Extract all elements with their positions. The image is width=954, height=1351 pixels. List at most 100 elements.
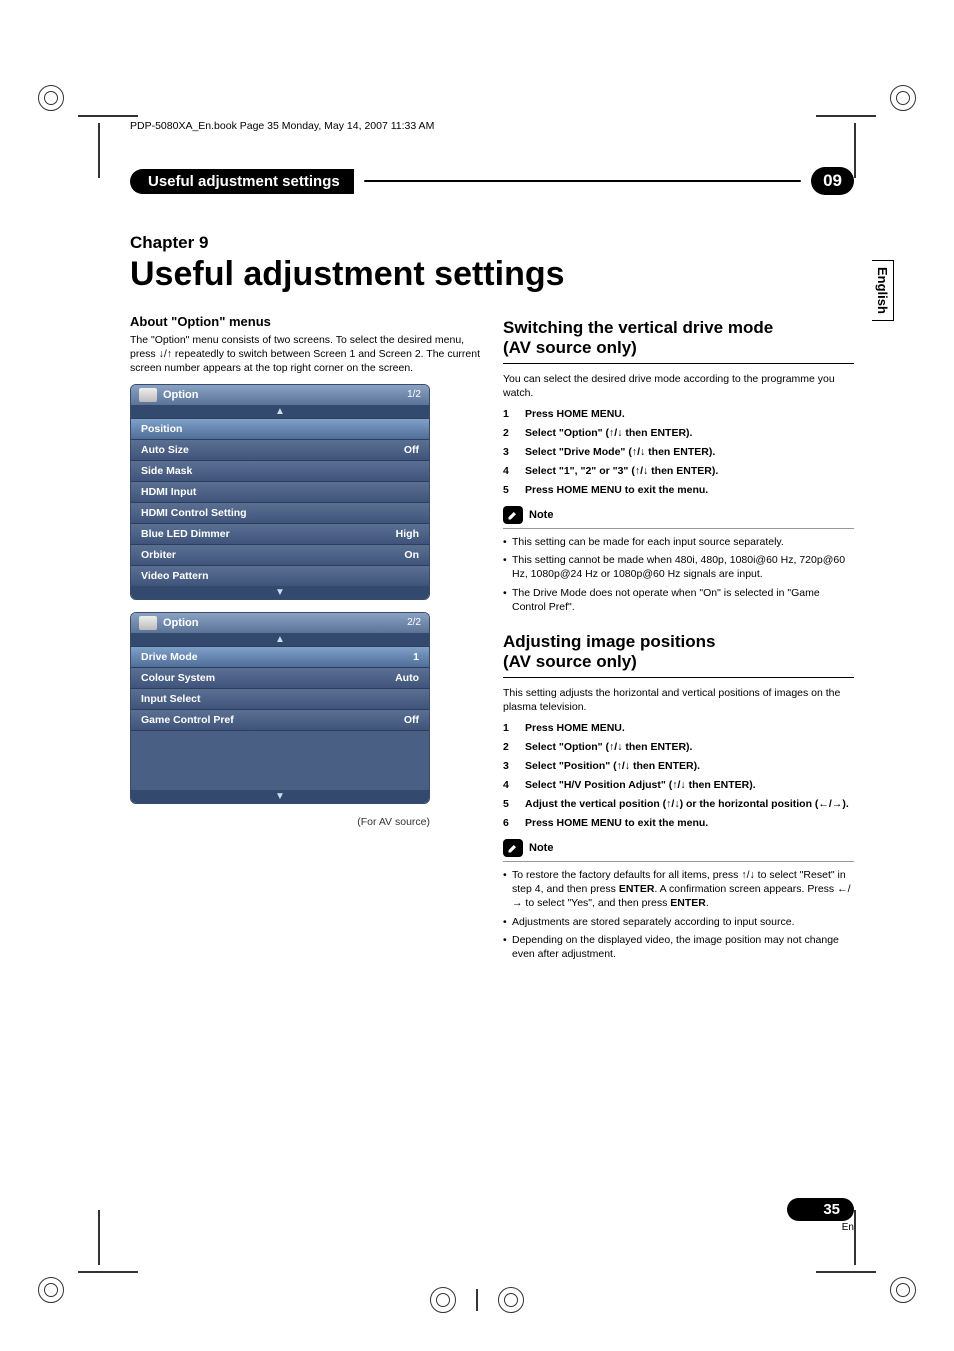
step-text: Select "Option" (↑/↓ then ENTER). [525,427,692,439]
osd-row-label: HDMI Control Setting [141,507,247,519]
step-text: Press HOME MENU. [525,722,625,734]
osd-row-value: On [404,549,419,561]
osd-row: Drive Mode 1 [131,646,429,667]
step-number: 5 [503,484,515,496]
wrench-icon [139,616,157,630]
note-heading: Note [503,506,854,524]
step-item: 2 Select "Option" (↑/↓ then ENTER). [503,427,854,439]
note-item: To restore the factory defaults for all … [503,868,854,911]
step-number: 1 [503,408,515,420]
step-item: 3Select "Position" (↑/↓ then ENTER). [503,760,854,772]
note-item: This setting cannot be made when 480i, 4… [503,553,854,581]
page-lang: En [787,1222,854,1233]
note-item: This setting can be made for each input … [503,535,854,549]
osd-scroll-up-icon: ▲ [131,405,429,418]
note-item: Depending on the displayed video, the im… [503,933,854,961]
step-number: 3 [503,446,515,458]
osd-row-label: Side Mask [141,465,192,477]
step-item: 1 Press HOME MENU. [503,722,854,734]
step-number: 5 [503,798,515,810]
osd-row-label: Auto Size [141,444,189,456]
section-a-title: Switching the vertical drive mode(AV sou… [503,318,854,364]
step-item: 6 Press HOME MENU to exit the menu. [503,817,854,829]
osd2-page-indicator: 2/2 [407,617,421,628]
step-text: Select "Option" (↑/↓ then ENTER). [525,741,692,753]
step-number: 3 [503,760,515,772]
pencil-icon [503,506,523,524]
osd-row-value: Auto [395,672,419,684]
osd-scroll-down-icon: ▼ [131,790,429,803]
osd-row-label: Position [141,423,182,435]
page-footer: 35 En [787,1198,854,1233]
step-text: Press HOME MENU to exit the menu. [525,484,708,496]
chapter-number-badge: 09 [811,167,854,195]
section-a-steps: 1 Press HOME MENU. 2 Select "Option" (↑/↓ t… [503,408,854,496]
page-content: PDP-5080XA_En.book Page 35 Monday, May 1… [130,120,854,1231]
osd-row: Position [131,418,429,439]
step-number: 4 [503,779,515,791]
osd-menu-screen1: Option 1/2 ▲ Position Auto Size Off Side Ma… [130,384,430,600]
header-rule [364,180,801,182]
note-item: The Drive Mode does not operate when "On… [503,586,854,614]
step-item: 5 Press HOME MENU to exit the menu. [503,484,854,496]
step-item: 1 Press HOME MENU. [503,408,854,420]
osd-row-label: Blue LED Dimmer [141,528,230,540]
osd-row-label: Video Pattern [141,570,209,582]
pencil-icon [503,839,523,857]
section-b-title: Adjusting image positions(AV source only… [503,632,854,678]
osd-row-value: High [396,528,419,540]
osd-row: Auto Size Off [131,439,429,460]
step-text: Adjust the vertical position (↑/↓) or th… [525,798,849,810]
crop-mark-tl [38,75,98,135]
section-a-intro: You can select the desired drive mode ac… [503,372,854,400]
book-metadata-line: PDP-5080XA_En.book Page 35 Monday, May 1… [130,120,854,132]
osd-scroll-up-icon: ▲ [131,633,429,646]
osd-row-label: Colour System [141,672,215,684]
about-body: The "Option" menu consists of two screen… [130,333,481,376]
step-text: Select "Drive Mode" (↑/↓ then ENTER). [525,446,715,458]
osd-scroll-down-icon: ▼ [131,586,429,599]
step-number: 6 [503,817,515,829]
page-title: Useful adjustment settings [130,255,854,294]
chapter-label: Chapter 9 [130,233,854,253]
step-item: 4Select "H/V Position Adjust" (↑/↓ then … [503,779,854,791]
osd-row-value: Off [404,444,419,456]
crop-mark-bottom-center [430,1287,524,1313]
about-heading: About "Option" menus [130,314,481,329]
section-b-notes: To restore the factory defaults for all … [503,868,854,961]
step-text: Press HOME MENU. [525,408,625,420]
osd1-page-indicator: 1/2 [407,389,421,400]
osd-row: Orbiter On [131,544,429,565]
note-item: Adjustments are stored separately accord… [503,915,854,929]
page-number: 35 [787,1198,854,1221]
step-item: 4 Select "1", "2" or "3" (↑/↓ then ENTER)… [503,465,854,477]
step-text: Select "1", "2" or "3" (↑/↓ then ENTER). [525,465,718,477]
osd-caption: (For AV source) [130,816,430,828]
osd-row: Colour System Auto [131,667,429,688]
osd-row-value: Off [404,714,419,726]
osd-menu-screen2: Option 2/2 ▲ Drive Mode 1 Colour System Aut… [130,612,430,804]
osd-row: HDMI Input [131,481,429,502]
step-text: Press HOME MENU to exit the menu. [525,817,708,829]
osd-row: Blue LED Dimmer High [131,523,429,544]
osd-row-label: Orbiter [141,549,176,561]
osd-row: Video Pattern [131,565,429,586]
step-number: 1 [503,722,515,734]
section-b-steps: 1 Press HOME MENU. 2Select "Option" (↑/↓ t… [503,722,854,829]
step-item: 2Select "Option" (↑/↓ then ENTER). [503,741,854,753]
osd2-title: Option [163,617,198,629]
right-column: Switching the vertical drive mode(AV sou… [503,314,854,965]
osd-row: Game Control PrefOff [131,709,429,730]
header-title: Useful adjustment settings [130,169,354,194]
note-heading: Note [503,839,854,857]
osd-row-value: 1 [413,651,419,663]
left-column: About "Option" menus The "Option" menu c… [130,314,481,965]
section-a-notes: This setting can be made for each input … [503,535,854,614]
osd1-title: Option [163,389,198,401]
step-number: 2 [503,427,515,439]
osd-row-label: Drive Mode [141,651,198,663]
step-number: 4 [503,465,515,477]
section-b-intro: This setting adjusts the horizontal and … [503,686,854,714]
section-header: Useful adjustment settings 09 [130,167,854,195]
step-item: 5 Adjust the vertical position (↑/↓) or t… [503,798,854,810]
